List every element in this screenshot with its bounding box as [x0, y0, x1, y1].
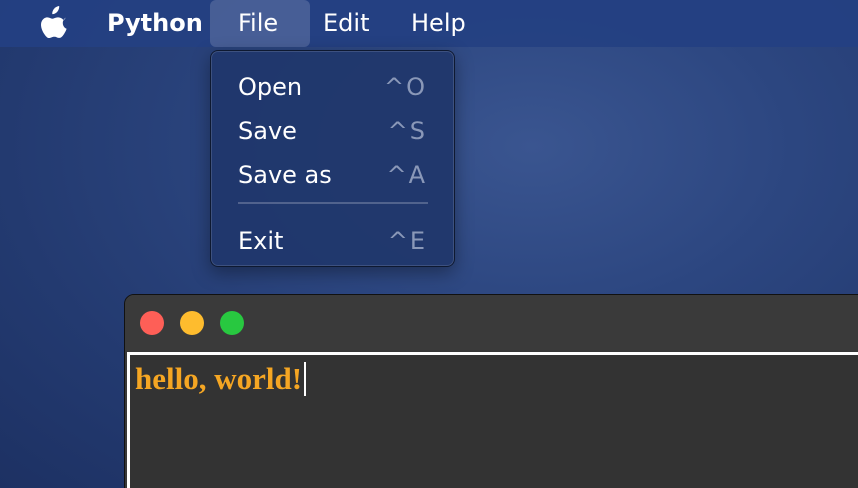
file-dropdown-menu: Open ^O Save ^S Save as ^A Exit ^E	[210, 50, 455, 267]
menu-bar: Python File Edit Help	[0, 0, 858, 47]
text-editor-area[interactable]: hello, world!	[127, 352, 858, 488]
editor-text: hello, world!	[135, 361, 303, 396]
apple-icon[interactable]	[38, 6, 68, 40]
menu-item-shortcut: ^A	[386, 161, 427, 189]
text-cursor	[304, 362, 307, 396]
menu-item-label: Save	[238, 117, 297, 145]
menu-item-save-as[interactable]: Save as ^A	[211, 155, 454, 195]
app-name[interactable]: Python	[107, 8, 203, 38]
editor-text-line: hello, world!	[135, 361, 307, 397]
menu-item-exit[interactable]: Exit ^E	[211, 221, 454, 261]
zoom-button[interactable]	[220, 311, 244, 335]
menu-item-label: Open	[238, 73, 303, 101]
menu-edit[interactable]: Edit	[323, 8, 369, 38]
menu-item-label: Exit	[238, 227, 284, 255]
menu-item-shortcut: ^E	[387, 227, 427, 255]
app-window: hello, world!	[124, 294, 858, 488]
minimize-button[interactable]	[180, 311, 204, 335]
menu-file[interactable]: File	[238, 8, 278, 38]
menu-item-shortcut: ^O	[384, 73, 427, 101]
menu-item-open[interactable]: Open ^O	[211, 67, 454, 107]
close-button[interactable]	[140, 311, 164, 335]
menu-item-save[interactable]: Save ^S	[211, 111, 454, 151]
menu-help[interactable]: Help	[411, 8, 466, 38]
menu-item-label: Save as	[238, 161, 332, 189]
menu-separator	[238, 202, 428, 204]
menu-item-shortcut: ^S	[387, 117, 427, 145]
window-titlebar[interactable]	[125, 295, 858, 351]
